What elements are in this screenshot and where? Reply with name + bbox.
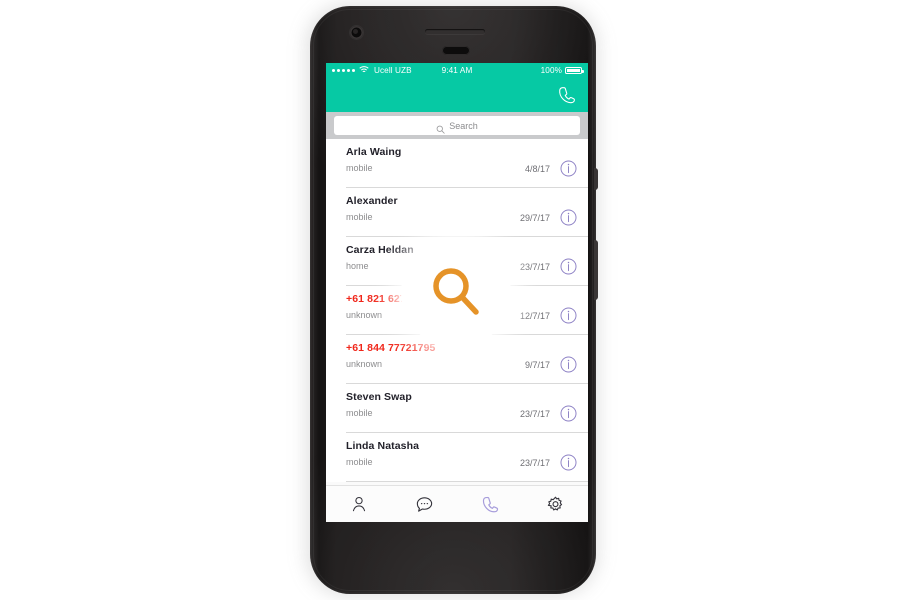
phone-screen: Ucell UZB 9:41 AM 100% Search Arla Waing… — [326, 63, 588, 522]
chat-bubble-icon — [415, 495, 434, 514]
call-type-label: mobile — [346, 212, 373, 222]
search-icon — [436, 121, 445, 134]
call-date-label: 29/7/17 — [519, 212, 550, 223]
tab-calls[interactable] — [457, 486, 523, 522]
info-circle-icon[interactable] — [559, 355, 578, 374]
info-circle-icon[interactable] — [559, 257, 578, 276]
call-list-item[interactable]: Steven Swap mobile 23/7/17 — [326, 384, 588, 433]
call-date-label: 4/8/17 — [524, 163, 550, 174]
call-list-item[interactable]: +61 844 77721795 unknown 9/7/17 — [326, 335, 588, 384]
battery-icon — [565, 66, 584, 75]
search-placeholder: Search — [449, 120, 478, 131]
call-date-label: 23/7/17 — [519, 457, 550, 468]
battery-percent-label: 100% — [540, 66, 562, 75]
tab-settings[interactable] — [523, 486, 589, 522]
call-list-item[interactable]: Arla Waing mobile 4/8/17 — [326, 139, 588, 188]
call-name-label: Steven Swap — [346, 391, 412, 403]
call-date-label: 23/7/17 — [519, 408, 550, 419]
screenshot-canvas: Ucell UZB 9:41 AM 100% Search Arla Waing… — [0, 0, 900, 600]
call-type-label: mobile — [346, 457, 373, 467]
call-date-label: 9/7/17 — [524, 359, 550, 370]
search-bar-container: Search — [326, 112, 588, 139]
battery-area: 100% — [540, 66, 584, 75]
call-list-item[interactable]: +61 821 627836 unknown 12/7/17 — [326, 286, 588, 335]
call-type-label: home — [346, 261, 369, 271]
info-circle-icon[interactable] — [559, 208, 578, 227]
proximity-sensor — [442, 46, 470, 55]
front-camera-icon — [350, 26, 363, 39]
call-type-label: mobile — [346, 408, 373, 418]
status-bar: Ucell UZB 9:41 AM 100% — [326, 63, 588, 78]
recent-calls-list: Arla Waing mobile 4/8/17 Alexander mobil… — [326, 139, 588, 482]
call-list-item[interactable]: Alexander mobile 29/7/17 — [326, 188, 588, 237]
earpiece-speaker — [425, 29, 485, 34]
info-circle-icon[interactable] — [559, 453, 578, 472]
call-date-label: 23/7/17 — [519, 261, 550, 272]
tab-messages[interactable] — [392, 486, 458, 522]
search-input[interactable]: Search — [334, 116, 580, 135]
call-list-item[interactable]: Carza Heldan home 23/7/17 — [326, 237, 588, 286]
phone-handset-icon[interactable] — [556, 85, 576, 105]
info-circle-icon[interactable] — [559, 306, 578, 325]
app-navigation-bar — [326, 78, 588, 112]
call-name-label: Linda Natasha — [346, 440, 420, 452]
call-date-label: 12/7/17 — [519, 310, 550, 321]
call-list-item[interactable]: Linda Natasha mobile 23/7/17 — [326, 433, 588, 482]
call-name-label: +61 821 627836 — [346, 293, 424, 305]
person-icon — [350, 495, 368, 513]
call-name-label: Carza Heldan — [346, 244, 414, 256]
info-circle-icon[interactable] — [559, 159, 578, 178]
call-type-label: unknown — [346, 310, 383, 320]
power-button[interactable] — [594, 240, 598, 300]
info-circle-icon[interactable] — [559, 404, 578, 423]
call-name-label: +61 844 77721795 — [346, 342, 436, 354]
call-type-label: unknown — [346, 359, 383, 369]
gear-icon — [546, 495, 565, 514]
volume-button[interactable] — [594, 168, 598, 190]
phone-handset-icon — [480, 495, 499, 514]
call-name-label: Alexander — [346, 195, 398, 207]
call-type-label: mobile — [346, 163, 373, 173]
bottom-tab-bar — [326, 485, 588, 522]
call-name-label: Arla Waing — [346, 146, 402, 158]
tab-contacts[interactable] — [326, 486, 392, 522]
